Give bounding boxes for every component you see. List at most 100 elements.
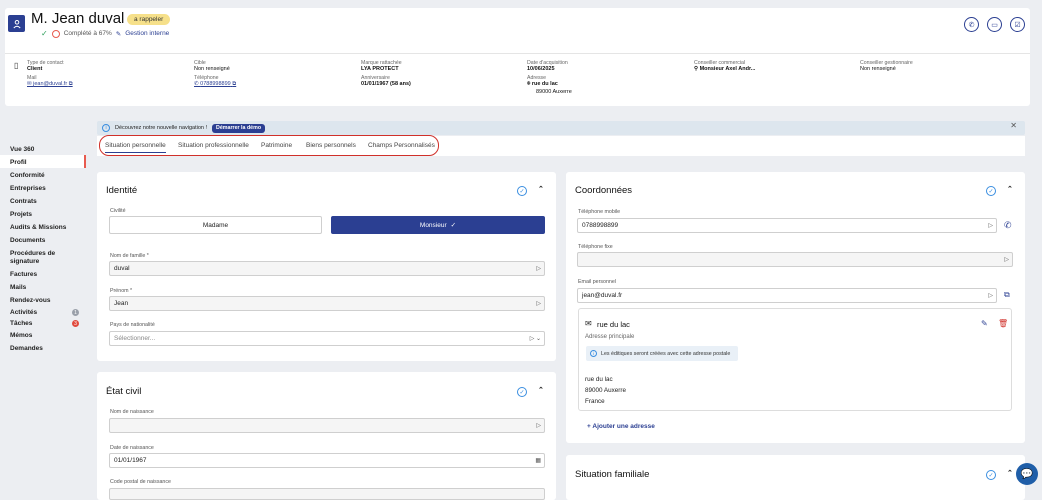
sidebar-item-profil[interactable]: Profil <box>10 159 27 166</box>
copy-icon: ⧉ <box>68 81 73 87</box>
address-value: ⌾ rue du lac <box>527 81 558 87</box>
sidebar-item-factures[interactable]: Factures <box>10 271 37 278</box>
profile-subline: ✓ Complété à 67% ✎ Gestion interne <box>41 29 169 38</box>
identite-title: Identité <box>106 185 138 196</box>
tabs-highlight-ring <box>99 135 439 156</box>
civilite-label: Civilité <box>110 208 126 214</box>
sidebar-item-activites[interactable]: Activités <box>10 309 37 316</box>
tel-fixe-field[interactable]: ▷ <box>577 252 1013 267</box>
phone-link[interactable]: ✆ 0788998899 ⧉ <box>194 81 236 88</box>
info-col-4: Date d'acquisition 10/06/2025 Adresse ⌾ … <box>527 60 572 95</box>
sidebar-item-contrats[interactable]: Contrats <box>10 198 37 205</box>
chevron-up-icon[interactable]: ⌃ <box>538 185 544 193</box>
info-col-3: Marque rattachée LYA PROTECT Anniversair… <box>361 60 411 87</box>
info-col-1: Type de contact Client Mail ✉ jean@duval… <box>27 60 73 88</box>
sidebar-item-procedures[interactable]: Procédures de signature <box>10 250 80 266</box>
field-menu-icon: ▷ <box>1004 257 1009 263</box>
date-naissance-field[interactable]: 01/01/1967 ▦ <box>109 453 545 468</box>
field-menu-icon: ▷ <box>988 293 993 299</box>
chevron-up-icon[interactable]: ⌃ <box>1007 469 1013 477</box>
email-field[interactable]: jean@duval.fr ▷ <box>577 288 997 303</box>
sidebar-item-projets[interactable]: Projets <box>10 211 32 218</box>
field-menu-icon: ▷ <box>536 423 541 429</box>
pencil-icon: ✎ <box>115 30 122 38</box>
check-circle-icon: ✓ <box>517 387 527 397</box>
completion-text: Complété à 67% <box>63 30 112 37</box>
completion-ring-icon <box>51 29 60 38</box>
date-naissance-label: Date de naissance <box>110 445 154 451</box>
civilite-madame-button[interactable]: Madame <box>109 216 322 234</box>
calendar-icon: ▦ <box>535 458 541 464</box>
phone-icon[interactable]: ✆ <box>964 17 979 32</box>
navigation-banner: i Découvrez notre nouvelle navigation ! … <box>97 121 1025 135</box>
address-type: Adresse principale <box>585 334 635 340</box>
chevron-down-icon: ▷ ⌄ <box>529 336 541 342</box>
nom-field[interactable]: duval ▷ <box>109 261 545 276</box>
sidebar-item-taches[interactable]: Tâches <box>10 320 32 327</box>
bookmark-icon: ▯ <box>14 61 19 70</box>
trash-icon[interactable]: 🗑 <box>998 319 1008 328</box>
chevron-up-icon[interactable]: ⌃ <box>538 386 544 394</box>
cp-naissance-field[interactable] <box>109 488 545 500</box>
pencil-icon[interactable]: ✎ <box>981 319 988 328</box>
check-circle-icon: ✓ <box>517 186 527 196</box>
pays-label: Pays de nationalité <box>110 322 155 328</box>
prenom-field[interactable]: Jean ▷ <box>109 296 545 311</box>
email-label: Email personnel <box>578 279 616 285</box>
address-info-note: i Les éditiques seront créées avec cette… <box>586 346 738 361</box>
mail-link[interactable]: ✉ jean@duval.fr ⧉ <box>27 81 73 88</box>
civilite-monsieur-button[interactable]: Monsieur ✓ <box>331 216 545 234</box>
person-avatar-icon <box>8 15 25 32</box>
sidebar-item-conformite[interactable]: Conformité <box>10 172 45 179</box>
activites-count-badge: 1 <box>72 309 79 316</box>
banner-text: Découvrez notre nouvelle navigation ! <box>115 125 208 131</box>
checkmark-icon: ✓ <box>450 222 457 229</box>
header-divider <box>5 53 1030 54</box>
sidebar-item-mails[interactable]: Mails <box>10 284 26 291</box>
pays-select[interactable]: Sélectionner... ▷ ⌄ <box>109 331 545 346</box>
info-icon: i <box>590 350 597 357</box>
status-badge[interactable]: a rappeler <box>127 14 171 25</box>
add-address-button[interactable]: + Ajouter une adresse <box>587 423 655 430</box>
gestion-interne-link[interactable]: Gestion interne <box>125 30 169 37</box>
field-menu-icon: ▷ <box>988 223 993 229</box>
copy-icon: ⧉ <box>232 81 237 87</box>
taches-count-badge: 3 <box>72 320 79 327</box>
info-col-2: Cible Non renseigné Téléphone ✆ 07889988… <box>194 60 237 88</box>
prenom-label: Prénom * <box>110 288 133 294</box>
tel-fixe-label: Téléphone fixe <box>578 244 613 250</box>
tel-mobile-field[interactable]: 0788998899 ▷ <box>577 218 997 233</box>
close-icon[interactable]: ✕ <box>1010 121 1017 130</box>
chat-bubble-icon[interactable]: ▭ <box>987 17 1002 32</box>
phone-call-icon[interactable]: ✆ <box>1004 220 1012 231</box>
cp-naissance-label: Code postal de naissance <box>110 479 171 485</box>
address-title: rue du lac <box>597 320 630 329</box>
sidebar-item-documents[interactable]: Documents <box>10 237 45 244</box>
address-lines: rue du lac 89000 Auxerre France <box>585 376 626 405</box>
chevron-up-icon[interactable]: ⌃ <box>1007 185 1013 193</box>
task-check-icon[interactable]: ☑ <box>1010 17 1025 32</box>
info-col-6: Conseiller gestionnaire Non renseigné <box>860 60 913 72</box>
sidebar-item-demandes[interactable]: Demandes <box>10 345 43 352</box>
check-circle-icon: ✓ <box>41 29 48 38</box>
sidebar <box>0 110 86 500</box>
check-circle-icon: ✓ <box>986 186 996 196</box>
field-menu-icon: ▷ <box>536 266 541 272</box>
start-demo-button[interactable]: Démarrer la démo <box>212 123 266 133</box>
tel-mobile-label: Téléphone mobile <box>578 209 621 215</box>
copy-icon[interactable]: ⧉ <box>1004 290 1010 300</box>
field-menu-icon: ▷ <box>536 301 541 307</box>
sidebar-item-entreprises[interactable]: Entreprises <box>10 185 46 192</box>
situation-familiale-title: Situation familiale <box>575 469 650 480</box>
contact-name: M. Jean duval <box>31 10 125 27</box>
sidebar-item-vue-360[interactable]: Vue 360 <box>10 146 34 153</box>
etat-civil-title: État civil <box>106 386 142 397</box>
sidebar-item-rendez-vous[interactable]: Rendez-vous <box>10 297 50 304</box>
nom-naissance-field[interactable]: ▷ <box>109 418 545 433</box>
sidebar-item-audits[interactable]: Audits & Missions <box>10 224 66 231</box>
chat-support-icon[interactable]: 💬 <box>1016 463 1038 485</box>
sidebar-item-memos[interactable]: Mémos <box>10 332 32 339</box>
nom-label: Nom de famille * <box>110 253 149 259</box>
info-icon: i <box>102 124 110 132</box>
coordonnees-title: Coordonnées <box>575 185 633 196</box>
